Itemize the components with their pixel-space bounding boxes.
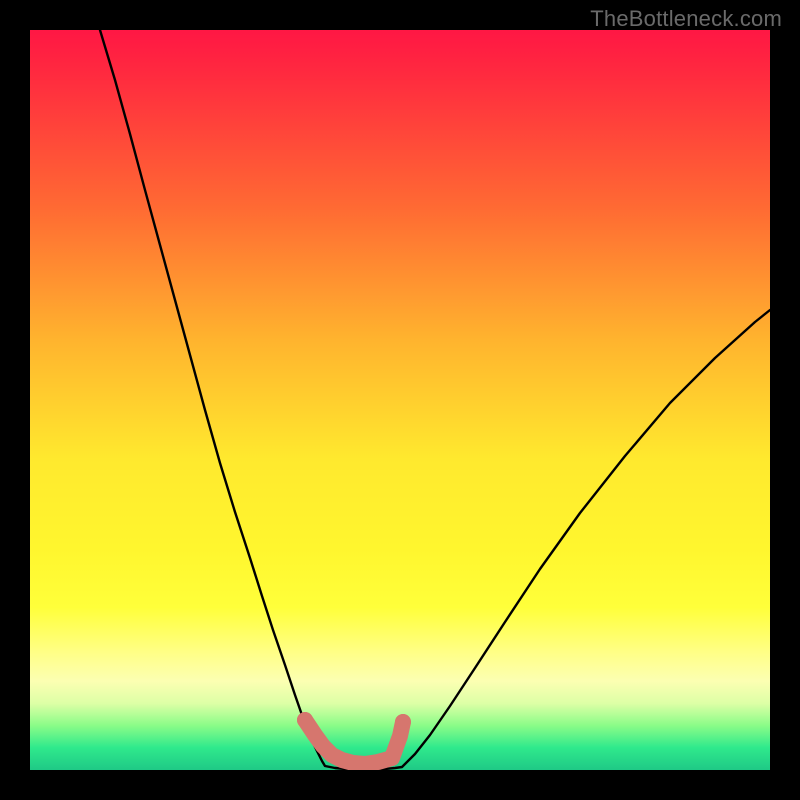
floor-marker-dot bbox=[395, 714, 411, 730]
bottleneck-curve bbox=[100, 30, 770, 769]
floor-marker-dot bbox=[297, 712, 313, 728]
bottleneck-plot bbox=[30, 30, 770, 770]
floor-marker-group bbox=[297, 712, 411, 764]
watermark-text: TheBottleneck.com bbox=[590, 6, 782, 32]
chart-frame bbox=[30, 30, 770, 770]
